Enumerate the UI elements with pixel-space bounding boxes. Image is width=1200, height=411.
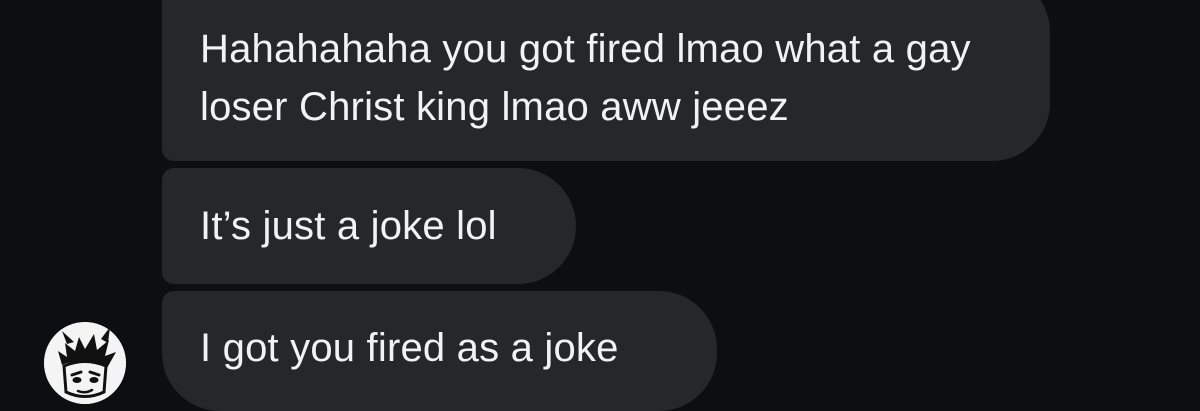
message-thread: Hahahahaha you got fired lmao what a gay… [0,0,1200,411]
sender-avatar[interactable] [44,322,126,404]
received-message-bubble[interactable]: I got you fired as a joke [162,291,717,411]
cartoon-character-avatar-icon [44,322,126,404]
message-text: Hahahahaha you got fired lmao what a gay… [200,27,971,129]
message-text: It’s just a joke lol [200,204,497,248]
received-message-bubble[interactable]: Hahahahaha you got fired lmao what a gay… [162,0,1050,161]
message-text: I got you fired as a joke [200,326,619,370]
received-message-bubble[interactable]: It’s just a joke lol [162,168,576,284]
